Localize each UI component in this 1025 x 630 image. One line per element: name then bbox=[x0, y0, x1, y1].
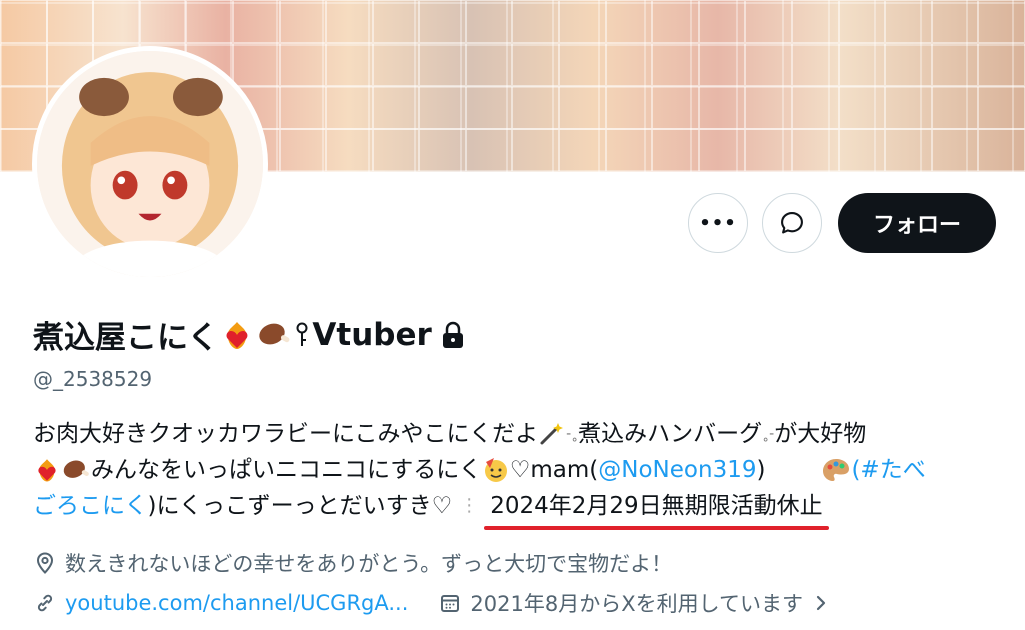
bio-text: ) bbox=[756, 457, 766, 483]
follow-button[interactable]: フォロー bbox=[838, 193, 996, 253]
party-face-icon bbox=[484, 458, 507, 482]
fire-heart-icon bbox=[38, 459, 56, 482]
location-pin-icon bbox=[36, 552, 54, 574]
message-bubble-icon bbox=[781, 212, 803, 234]
joined-date: 2021年8月からXを利用しています bbox=[470, 592, 803, 616]
display-name-suffix: Vtuber bbox=[312, 316, 432, 353]
mention-link[interactable]: @NoNeon319 bbox=[598, 452, 756, 488]
fire-heart-icon bbox=[226, 321, 248, 349]
message-button[interactable] bbox=[762, 193, 822, 253]
profile-avatar[interactable] bbox=[32, 46, 268, 282]
profile-location: 数えきれないほどの幸せをありがとう。ずっと大切で宝物だよ！ bbox=[33, 548, 672, 578]
bio-text: みんなをいっぱいニコニコにするにく bbox=[91, 457, 482, 483]
profile-handle: @_2538529 bbox=[33, 367, 153, 391]
calendar-icon bbox=[441, 595, 460, 612]
meat-icon bbox=[63, 460, 89, 478]
website-link[interactable]: youtube.com/channel/UCGRgA... bbox=[65, 591, 408, 615]
sparkle-icon: ˳- bbox=[762, 426, 775, 442]
location-text: 数えきれないほどの幸せをありがとう。ずっと大切で宝物だよ！ bbox=[65, 552, 673, 576]
chevron-right-icon[interactable] bbox=[811, 591, 831, 615]
hashtag-link[interactable]: (#たべ bbox=[851, 452, 925, 488]
hashtag-link[interactable]: ごろこにく bbox=[33, 488, 148, 524]
palette-icon bbox=[823, 459, 850, 481]
sparkle-icon: -˳ bbox=[566, 426, 579, 442]
bio-line-1: お肉大好きクオッカワラビーにこみやこにくだよ -˳ 煮込みハンバーグ ˳- が大… bbox=[33, 416, 993, 452]
magic-wand-icon bbox=[540, 423, 564, 445]
key-icon bbox=[296, 322, 308, 346]
bio-text: )にくっこずーっとだいすき♡ bbox=[147, 493, 453, 519]
more-options-button[interactable]: ••• bbox=[688, 193, 748, 253]
bio-text: が大好物 bbox=[774, 421, 867, 447]
bio-text: ♡mam( bbox=[509, 457, 599, 483]
bio-text: お肉大好きクオッカワラビーにこみやこにくだよ bbox=[33, 421, 539, 447]
profile-meta-row: youtube.com/channel/UCGRgA... 2021年8月からX… bbox=[33, 588, 831, 618]
display-name-text: 煮込屋こにく bbox=[33, 320, 219, 356]
more-icon: ••• bbox=[699, 212, 737, 234]
avatar-illustration bbox=[37, 51, 263, 277]
divider-icon: ⋮ bbox=[460, 495, 479, 516]
bio-line-3: ごろこにく )にくっこずーっとだいすき♡ ⋮ 2024年2月29日無期限活動休止 bbox=[33, 488, 993, 530]
bio-line-2: みんなをいっぱいニコニコにするにく ♡mam( @NoNeon319 ) (#た… bbox=[33, 452, 993, 488]
bio-text: 煮込みハンバーグ bbox=[578, 421, 763, 447]
lock-icon bbox=[442, 321, 463, 348]
profile-bio: お肉大好きクオッカワラビーにこみやこにくだよ -˳ 煮込みハンバーグ ˳- が大… bbox=[33, 416, 993, 530]
hiatus-date: 2024年2月29日無期限活動休止 bbox=[484, 488, 830, 530]
link-icon bbox=[37, 594, 53, 612]
meat-icon bbox=[259, 323, 290, 344]
display-name: 煮込屋こにく Vtuber bbox=[33, 312, 466, 357]
